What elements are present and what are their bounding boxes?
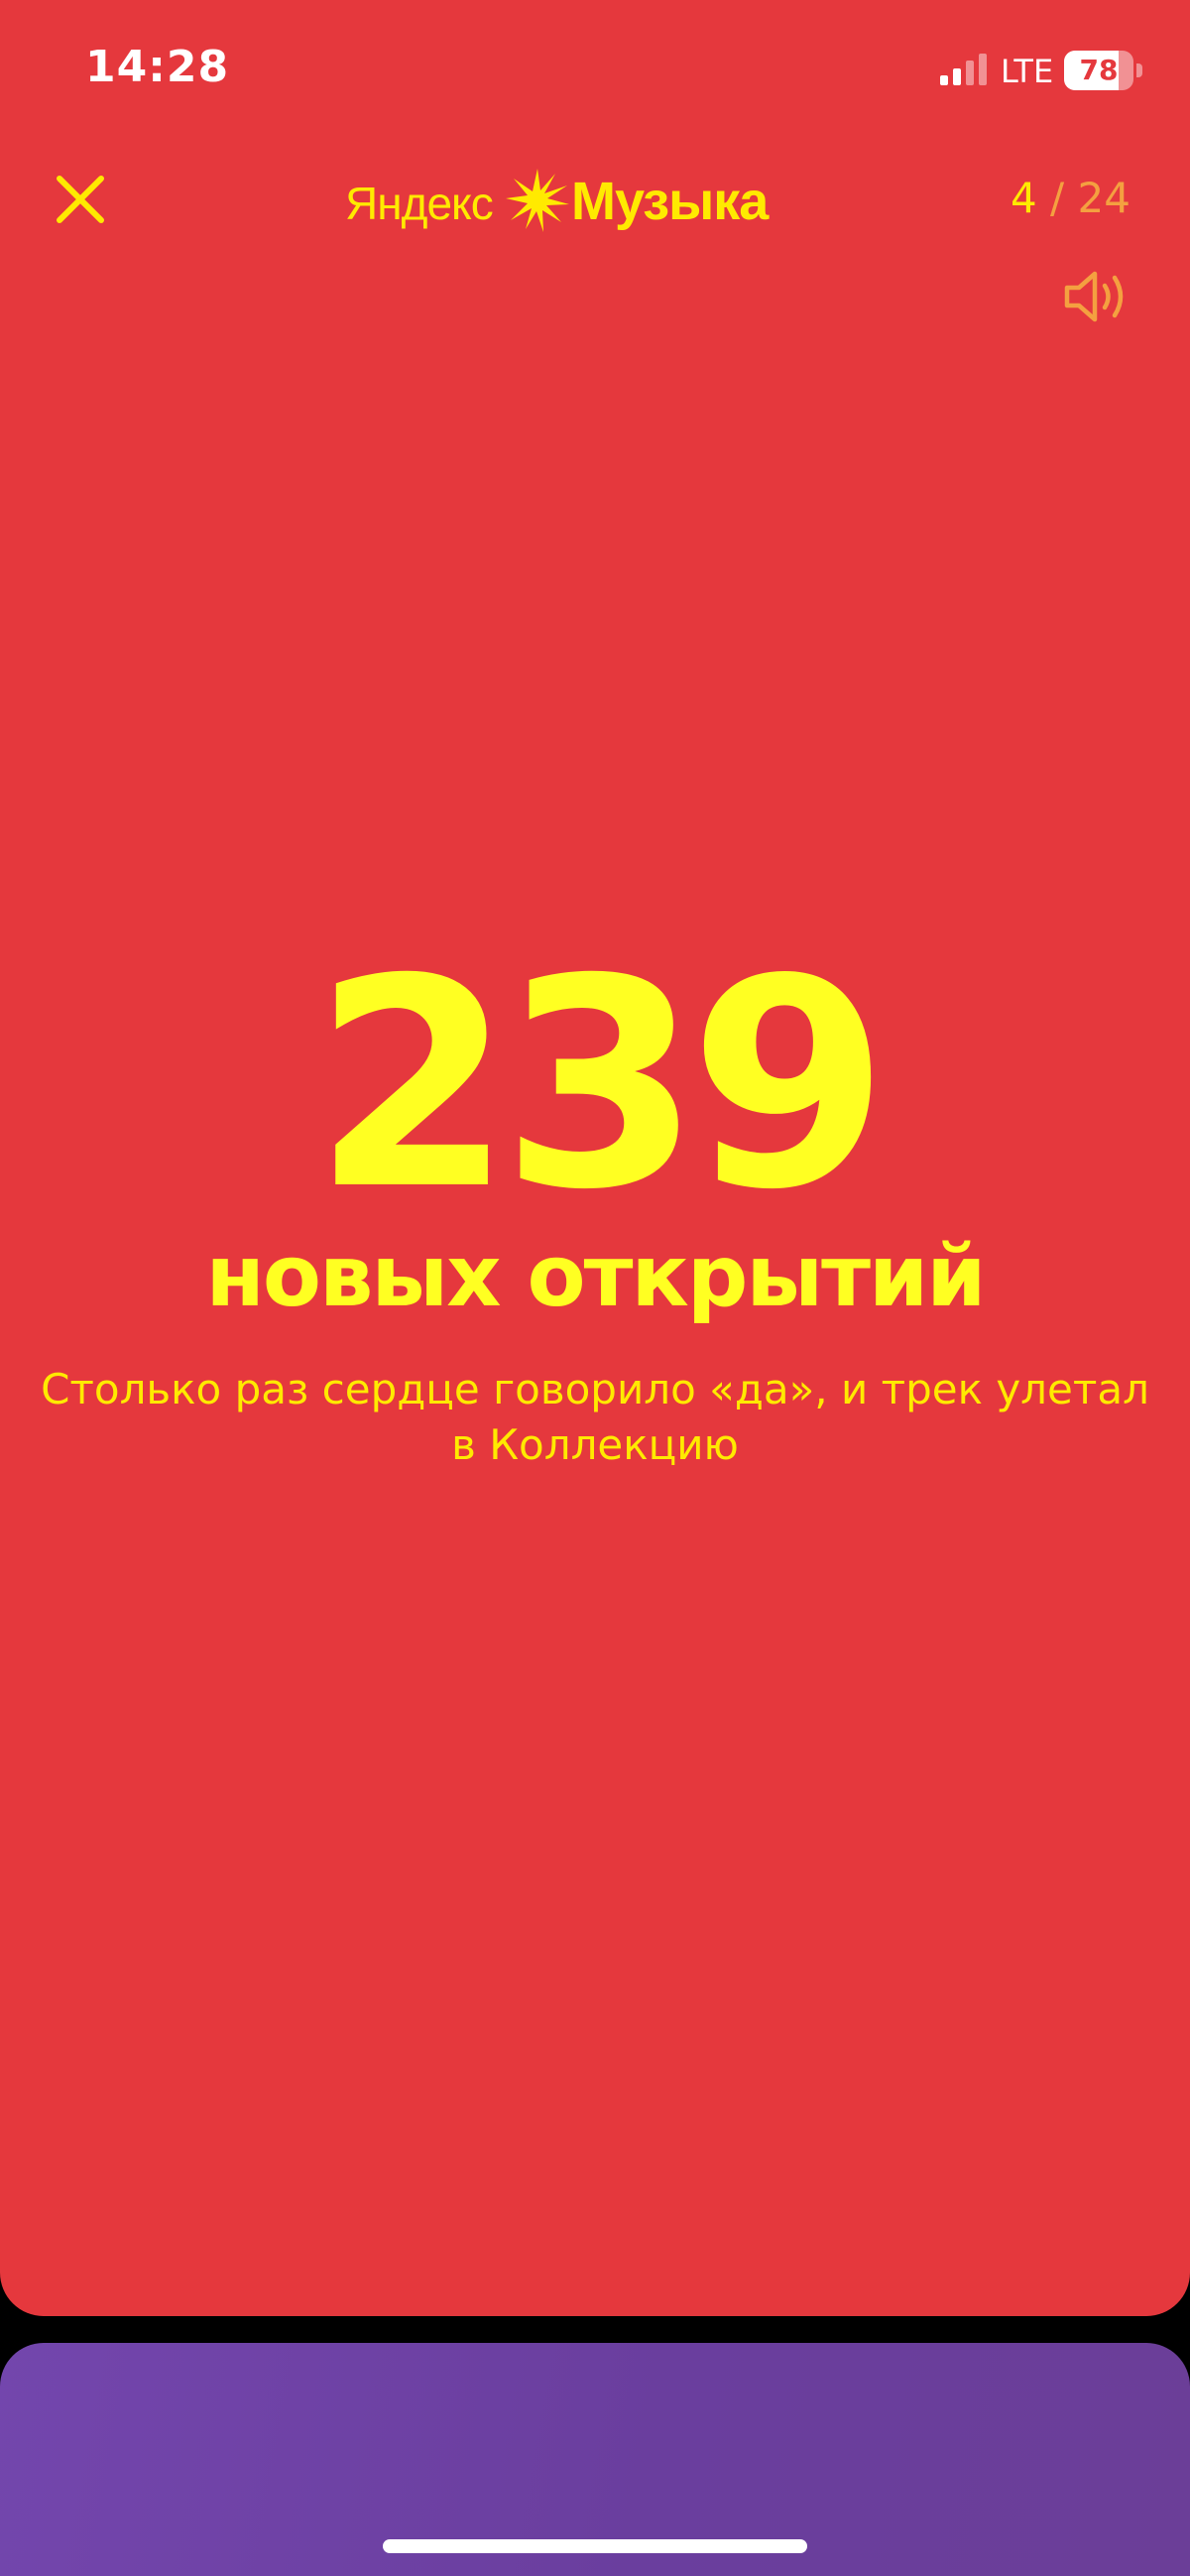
logo-word-yandex: Яндекс: [345, 178, 494, 229]
battery-tip: [1136, 63, 1142, 77]
page-current: 4: [1010, 174, 1037, 222]
stat-label: новых открытий: [205, 1227, 986, 1326]
status-bar: 14:28 LTE 78: [0, 0, 1190, 149]
yandex-music-logo: Яндекс Музыка: [337, 163, 853, 242]
signal-icon: [940, 54, 987, 85]
page-total: 24: [1077, 174, 1130, 222]
battery-icon: 78: [1064, 51, 1143, 90]
stat-caption-line-2: в Коллекцию: [451, 1420, 739, 1469]
status-time: 14:28: [85, 42, 230, 92]
stat-number: 239: [312, 919, 889, 1253]
sound-toggle-button[interactable]: [1061, 264, 1134, 329]
page-separator: /: [1036, 174, 1078, 222]
battery-level: 78: [1079, 54, 1119, 86]
page-counter: 4 / 24: [1011, 174, 1130, 222]
close-icon: [57, 176, 104, 223]
stat-caption: Столько раз сердце говорило «да», и трек…: [40, 1362, 1150, 1473]
speaker-icon: [1064, 271, 1124, 322]
network-label: LTE: [1001, 53, 1054, 90]
stat-caption-line-1: Столько раз сердце говорило «да», и трек…: [41, 1365, 1149, 1413]
story-card[interactable]: 14:28 LTE 78 Яндекс Музыка 4 / 24 239 но…: [0, 0, 1190, 2316]
logo-word-music: Музыка: [571, 172, 769, 231]
logo-star-icon: [506, 169, 569, 232]
home-indicator[interactable]: [383, 2539, 807, 2553]
close-button[interactable]: [46, 165, 115, 234]
